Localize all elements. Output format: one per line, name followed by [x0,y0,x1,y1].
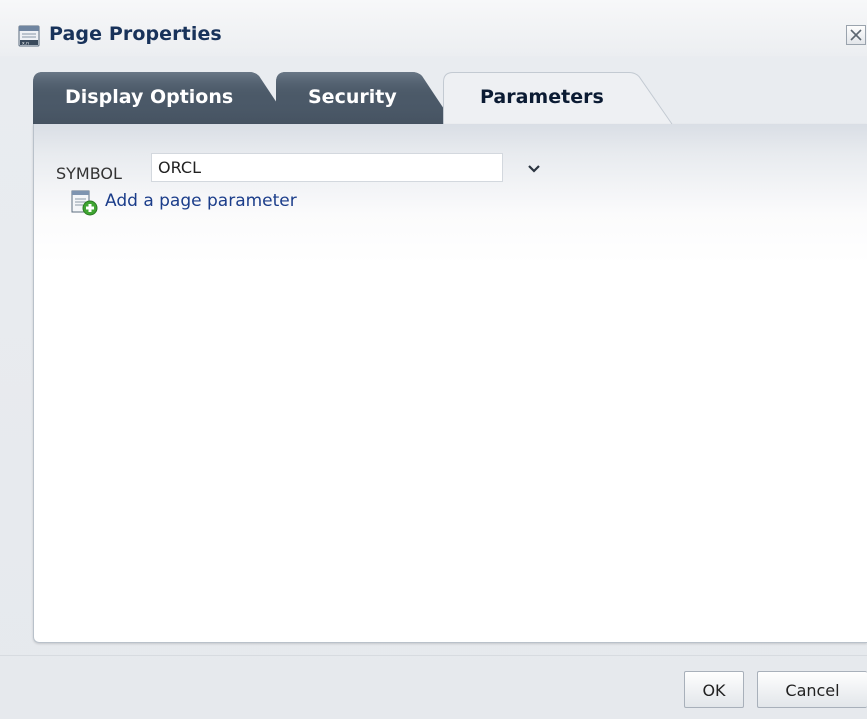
chevron-down-icon[interactable] [523,157,545,179]
page-properties-dialog: x.n Page Properties Display Options Secu… [0,0,867,719]
symbol-input[interactable] [151,153,503,182]
add-parameter-icon [70,190,98,216]
dialog-title: Page Properties [49,23,222,45]
tab-bar: Display Options Security Parameters [33,72,867,124]
ok-button[interactable]: OK [684,671,744,708]
tab-security[interactable]: Security [276,72,456,124]
symbol-label: SYMBOL [56,164,122,183]
page-properties-icon: x.n [18,25,40,47]
add-page-parameter-label: Add a page parameter [105,191,297,211]
tab-parameters-label: Parameters [480,86,604,108]
close-icon[interactable] [846,25,866,45]
footer-divider [0,655,867,656]
parameters-panel: SYMBOL Add a page parameter [33,124,867,643]
cancel-button[interactable]: Cancel [757,671,867,708]
tab-security-label: Security [308,86,397,108]
tab-parameters[interactable]: Parameters [443,72,675,124]
dialog-titlebar: x.n Page Properties [0,0,867,56]
svg-text:x.n: x.n [22,41,29,46]
tab-display-options-label: Display Options [65,86,234,108]
tab-display-options[interactable]: Display Options [33,72,293,124]
